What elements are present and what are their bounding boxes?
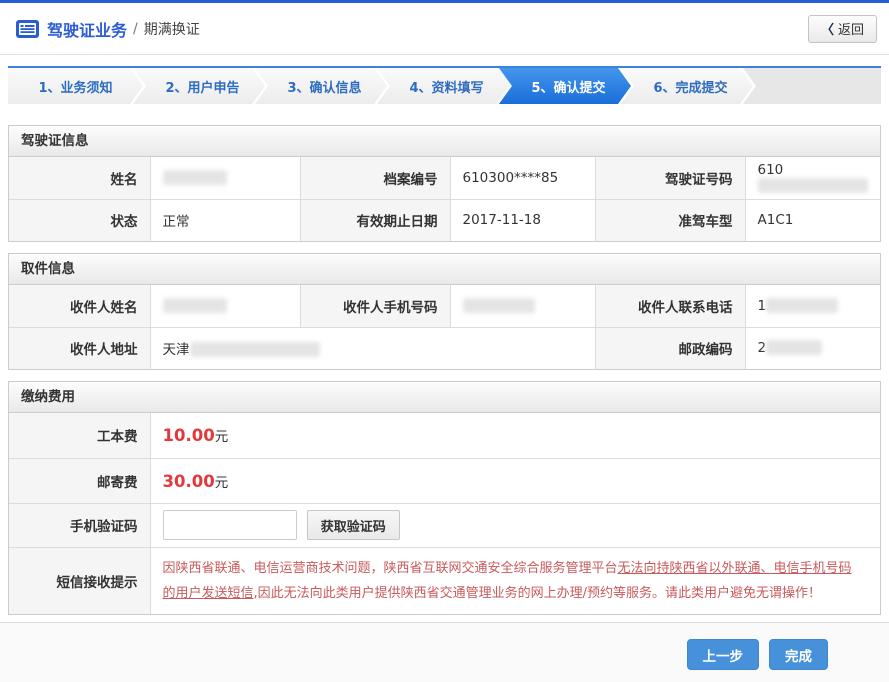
page-title: 驾驶证业务 — [47, 17, 127, 41]
recipient-phone-value: 1 — [745, 285, 880, 327]
production-fee-amount: 10.00 — [163, 426, 215, 445]
sms-notice-label: 短信接收提示 — [9, 547, 150, 614]
redacted-blur — [163, 298, 227, 313]
mailing-fee-amount: 30.00 — [163, 472, 215, 491]
recipient-mobile-value — [450, 285, 595, 327]
sms-notice-cell: 因陕西省联通、电信运营商技术问题，陕西省互联网交通安全综合服务管理平台无法向持陕… — [150, 547, 880, 614]
license-number-label: 驾驶证号码 — [595, 157, 745, 199]
vehicle-class-value: A1C1 — [745, 199, 880, 241]
vehicle-class-label: 准驾车型 — [595, 199, 745, 241]
recipient-address-value: 天津 — [150, 327, 595, 369]
step-3-confirm-info: 3、确认信息 — [252, 68, 387, 104]
redacted-blur — [758, 178, 868, 193]
footer-action-bar: 上一步 完成 — [0, 622, 889, 682]
back-chevron-icon: 〈 — [821, 19, 834, 38]
table-row: 收件人姓名 收件人手机号码 收件人联系电话 1 — [9, 285, 880, 327]
production-fee-unit: 元 — [215, 429, 229, 445]
pickup-info-title: 取件信息 — [9, 254, 880, 285]
table-row: 工本费 10.00元 — [9, 413, 880, 458]
production-fee-label: 工本费 — [9, 413, 150, 458]
mailing-fee-unit: 元 — [215, 475, 229, 491]
table-row: 邮寄费 30.00元 — [9, 458, 880, 503]
redacted-blur — [190, 342, 320, 357]
step-5-confirm-submit-active: 5、确认提交 — [496, 68, 631, 104]
table-row: 姓名 档案编号 610300****85 驾驶证号码 610 — [9, 157, 880, 199]
payment-section: 缴纳费用 工本费 10.00元 邮寄费 30.00元 手机验证码 — [8, 381, 881, 615]
recipient-phone-label: 收件人联系电话 — [595, 285, 745, 327]
sms-code-input[interactable] — [163, 510, 297, 540]
license-menu-icon — [16, 20, 39, 38]
license-info-table: 姓名 档案编号 610300****85 驾驶证号码 610 状态 正常 有效期… — [9, 157, 880, 241]
file-number-value: 610300****85 — [450, 157, 595, 199]
table-row: 状态 正常 有效期止日期 2017-11-18 准驾车型 A1C1 — [9, 199, 880, 241]
page: 驾驶证业务 / 期满换证 〈 返回 1、业务须知 2、用户申告 3、确认信息 4… — [0, 0, 889, 682]
mailing-fee-value: 30.00元 — [150, 458, 880, 503]
expiry-date-value: 2017-11-18 — [450, 199, 595, 241]
redacted-blur — [463, 298, 535, 313]
payment-title: 缴纳费用 — [9, 382, 880, 413]
expiry-date-label: 有效期止日期 — [300, 199, 450, 241]
license-number-value: 610 — [745, 157, 880, 199]
redacted-blur — [766, 340, 822, 355]
postal-code-label: 邮政编码 — [595, 327, 745, 369]
status-value: 正常 — [150, 199, 300, 241]
recipient-address-label: 收件人地址 — [9, 327, 150, 369]
main-content: 驾驶证信息 姓名 档案编号 610300****85 驾驶证号码 610 状态 … — [0, 125, 889, 615]
step-4-fill-data: 4、资料填写 — [374, 68, 509, 104]
sms-code-cell: 获取验证码 — [150, 503, 880, 547]
status-label: 状态 — [9, 199, 150, 241]
pickup-info-table: 收件人姓名 收件人手机号码 收件人联系电话 1 收件人地址 天津 邮政编码 2 — [9, 285, 880, 369]
get-sms-code-button[interactable]: 获取验证码 — [307, 510, 400, 540]
notice-part1: 因陕西省联通、电信运营商技术问题，陕西省互联网交通安全综合服务管理平台 — [163, 561, 618, 576]
file-number-label: 档案编号 — [300, 157, 450, 199]
step-wizard: 1、业务须知 2、用户申告 3、确认信息 4、资料填写 5、确认提交 6、完成提… — [8, 66, 881, 104]
back-button[interactable]: 〈 返回 — [808, 15, 877, 43]
pickup-info-section: 取件信息 收件人姓名 收件人手机号码 收件人联系电话 1 收件人地址 天津 邮政… — [8, 253, 881, 370]
sms-code-label: 手机验证码 — [9, 503, 150, 547]
license-info-title: 驾驶证信息 — [9, 126, 880, 157]
sms-notice-text: 因陕西省联通、电信运营商技术问题，陕西省互联网交通安全综合服务管理平台无法向持陕… — [151, 548, 881, 615]
table-row: 收件人地址 天津 邮政编码 2 — [9, 327, 880, 369]
recipient-name-value — [150, 285, 300, 327]
name-value — [150, 157, 300, 199]
step-bar-filler — [740, 68, 881, 104]
production-fee-value: 10.00元 — [150, 413, 880, 458]
recipient-name-label: 收件人姓名 — [9, 285, 150, 327]
redacted-blur — [163, 170, 227, 185]
page-header: 驾驶证业务 / 期满换证 〈 返回 — [0, 3, 889, 55]
mailing-fee-label: 邮寄费 — [9, 458, 150, 503]
breadcrumb-separator: / — [133, 21, 138, 37]
notice-part2: ,因此无法向此类用户提供陕西省交通管理业务的网上办理/预约等服务。请此类用户避免… — [254, 586, 822, 601]
table-row: 手机验证码 获取验证码 — [9, 503, 880, 547]
step-1-business-notice: 1、业务须知 — [8, 68, 143, 104]
step-2-user-declaration: 2、用户申告 — [130, 68, 265, 104]
license-info-section: 驾驶证信息 姓名 档案编号 610300****85 驾驶证号码 610 状态 … — [8, 125, 881, 242]
name-label: 姓名 — [9, 157, 150, 199]
recipient-mobile-label: 收件人手机号码 — [300, 285, 450, 327]
back-button-label: 返回 — [838, 19, 864, 38]
breadcrumb-current: 期满换证 — [144, 19, 200, 39]
redacted-blur — [766, 298, 838, 313]
payment-table: 工本费 10.00元 邮寄费 30.00元 手机验证码 获取验证码 — [9, 413, 880, 614]
finish-button[interactable]: 完成 — [769, 639, 828, 670]
postal-code-value: 2 — [745, 327, 880, 369]
step-6-finish-submit: 6、完成提交 — [618, 68, 753, 104]
previous-step-button[interactable]: 上一步 — [687, 639, 760, 670]
table-row: 短信接收提示 因陕西省联通、电信运营商技术问题，陕西省互联网交通安全综合服务管理… — [9, 547, 880, 614]
